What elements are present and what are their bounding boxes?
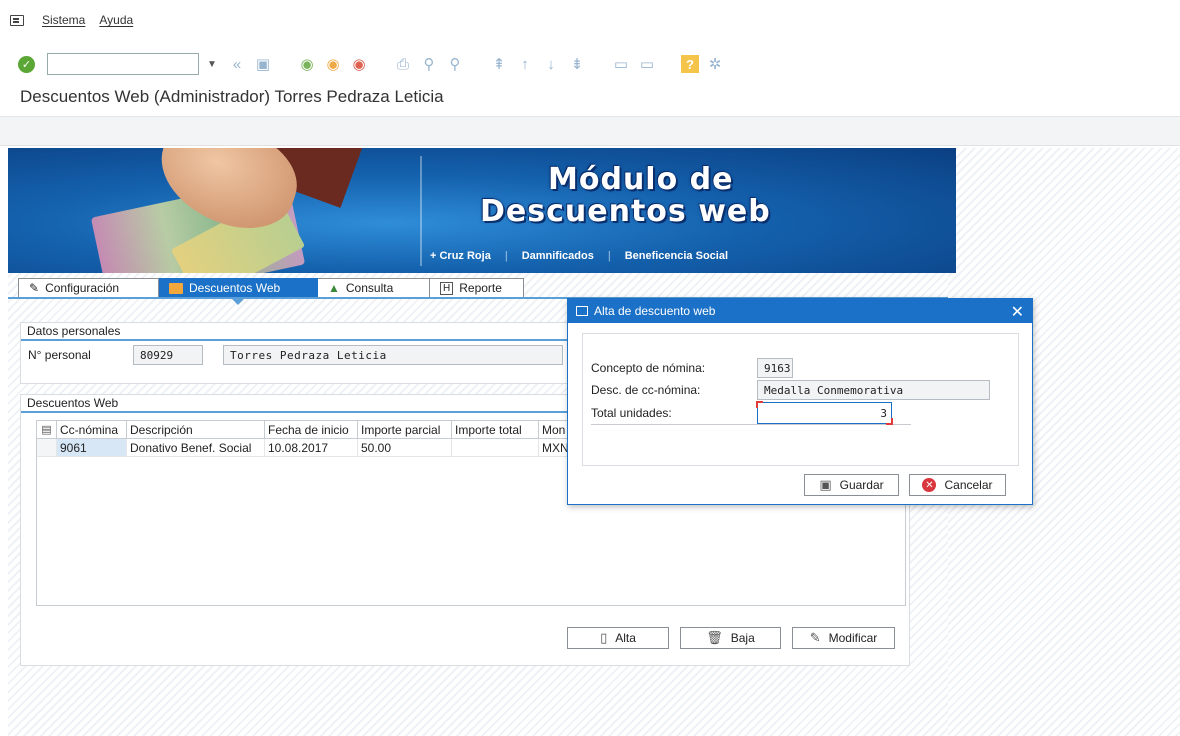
desc-field[interactable]: Medalla Conmemorativa: [757, 380, 990, 400]
tab-label: Configuración: [45, 281, 120, 295]
alta-label: Alta: [615, 631, 636, 645]
save-icon: ▣: [819, 477, 832, 492]
dialog-body: Concepto de nómina: 9163 Desc. de cc-nóm…: [582, 333, 1019, 466]
cell-moneda[interactable]: MXN: [539, 439, 569, 456]
group-header: Datos personales: [21, 323, 579, 341]
back-icon[interactable]: ◉: [297, 54, 317, 74]
separator: |: [607, 250, 611, 262]
tab-strip: ✎ Configuración Descuentos Web ▲ Consult…: [18, 278, 524, 298]
cancelar-label: Cancelar: [944, 478, 993, 492]
last-page-icon[interactable]: ⇟: [567, 54, 587, 74]
dialog-title: Alta de descuento web: [594, 304, 716, 318]
modificar-button[interactable]: ✎ Modificar: [792, 627, 895, 649]
save-icon[interactable]: ▣: [253, 54, 273, 74]
chevron-down-icon[interactable]: ▼: [207, 59, 221, 70]
double-back-icon[interactable]: «: [227, 54, 247, 74]
cancel-icon[interactable]: ◉: [349, 54, 369, 74]
banner-tag-cruz-roja: + Cruz Roja: [430, 250, 491, 262]
chart-icon: ▲: [328, 281, 340, 295]
personal-name-field[interactable]: Torres Pedraza Leticia: [223, 345, 563, 365]
guardar-button[interactable]: ▣ Guardar: [804, 474, 899, 496]
cancelar-button[interactable]: ✕ Cancelar: [909, 474, 1006, 496]
personal-number-label: N° personal: [28, 348, 91, 362]
tab-label: Reporte: [459, 281, 502, 295]
page-title: Descuentos Web (Administrador) Torres Pe…: [20, 87, 444, 106]
menu-sistema[interactable]: Sistema: [42, 13, 85, 27]
cell-cc-nomina[interactable]: 9061: [57, 439, 127, 456]
guardar-label: Guardar: [839, 478, 884, 492]
new-document-icon: ▯: [600, 630, 608, 645]
banner-image: Módulo de Descuentos web + Cruz Roja | D…: [8, 148, 956, 273]
find-next-icon[interactable]: ⚲: [445, 54, 465, 74]
personal-row: N° personal 80929 Torres Pedraza Leticia: [28, 345, 563, 365]
next-page-icon[interactable]: ↓: [541, 54, 561, 74]
cell-importe-parcial[interactable]: 50.00: [358, 439, 452, 456]
col-cc-nomina[interactable]: Cc-nómina: [57, 421, 127, 438]
close-icon[interactable]: ✕: [1011, 302, 1024, 322]
menu-ayuda[interactable]: Ayuda: [99, 13, 133, 27]
command-field[interactable]: [47, 53, 199, 75]
dialog-title-bar: Alta de descuento web ✕: [568, 299, 1032, 323]
settings-icon[interactable]: ✲: [705, 54, 725, 74]
tab-configuracion[interactable]: ✎ Configuración: [18, 278, 159, 298]
tab-label: Descuentos Web: [189, 281, 281, 295]
concepto-row: Concepto de nómina: 9163: [591, 358, 793, 378]
total-row: Total unidades: 3: [591, 401, 911, 425]
col-importe-parcial[interactable]: Importe parcial: [358, 421, 452, 438]
first-page-icon[interactable]: ⇞: [489, 54, 509, 74]
banner-tags: + Cruz Roja | Damnificados | Beneficenci…: [430, 250, 728, 262]
total-unidades-input[interactable]: 3: [756, 401, 893, 425]
concepto-label: Concepto de nómina:: [591, 361, 706, 375]
select-all-icon[interactable]: ▤: [37, 421, 57, 438]
desc-label: Desc. de cc-nómina:: [591, 383, 701, 397]
baja-label: Baja: [730, 631, 755, 645]
personal-number-field[interactable]: 80929: [133, 345, 203, 365]
edit-icon: ✎: [809, 630, 821, 645]
exit-icon[interactable]: ◉: [323, 54, 343, 74]
tab-label: Consulta: [345, 281, 394, 295]
cancel-icon: ✕: [922, 478, 937, 492]
active-tab-indicator: [232, 299, 244, 305]
trash-icon: 🗑: [706, 630, 723, 645]
banner-divider: [420, 156, 422, 266]
folder-icon: [169, 282, 183, 294]
menu-icon[interactable]: [10, 14, 24, 26]
banner-title-line2: Descuentos web: [480, 194, 771, 229]
alta-button[interactable]: ▯ Alta: [567, 627, 669, 649]
dialog-icon: [576, 306, 588, 316]
cell-descripcion[interactable]: Donativo Benef. Social: [127, 439, 265, 456]
print-icon[interactable]: ⎙: [393, 54, 413, 74]
banner-tag-damnificados: Damnificados: [521, 250, 594, 262]
tab-reporte[interactable]: H Reporte: [430, 278, 524, 298]
help-icon[interactable]: ?: [681, 55, 699, 73]
row-selector[interactable]: [37, 439, 57, 456]
banner-title-line1: Módulo de: [548, 162, 734, 197]
desc-row: Desc. de cc-nómina: Medalla Conmemorativ…: [591, 380, 990, 400]
config-icon: ✎: [29, 281, 40, 295]
col-fecha-inicio[interactable]: Fecha de inicio: [265, 421, 358, 438]
application-toolbar: [0, 116, 1180, 146]
total-label: Total unidades:: [591, 406, 672, 420]
report-icon: H: [440, 281, 454, 295]
alta-descuento-dialog: Alta de descuento web ✕ Concepto de nómi…: [567, 298, 1033, 505]
new-session-icon[interactable]: ▭: [611, 54, 631, 74]
banner-tag-beneficencia: Beneficencia Social: [624, 250, 729, 262]
find-icon[interactable]: ⚲: [419, 54, 439, 74]
toolbar: ✓ ▼ « ▣ ◉ ◉ ◉ ⎙ ⚲ ⚲ ⇞ ↑ ↓ ⇟ ▭ ▭ ? ✲: [0, 46, 1180, 82]
modificar-label: Modificar: [828, 631, 878, 645]
separator: |: [504, 250, 508, 262]
col-importe-total[interactable]: Importe total: [452, 421, 539, 438]
tab-descuentos-web[interactable]: Descuentos Web: [159, 278, 318, 298]
col-moneda[interactable]: Mon: [539, 421, 569, 438]
enter-icon[interactable]: ✓: [18, 55, 35, 73]
cell-importe-total[interactable]: [452, 439, 539, 456]
concepto-field[interactable]: 9163: [757, 358, 793, 378]
previous-page-icon[interactable]: ↑: [515, 54, 535, 74]
menu-bar: Sistema Ayuda: [0, 0, 1180, 40]
col-descripcion[interactable]: Descripción: [127, 421, 265, 438]
tab-consulta[interactable]: ▲ Consulta: [318, 278, 430, 298]
baja-button[interactable]: 🗑 Baja: [680, 627, 781, 649]
cell-fecha-inicio[interactable]: 10.08.2017: [265, 439, 358, 456]
shortcut-icon[interactable]: ▭: [637, 54, 657, 74]
